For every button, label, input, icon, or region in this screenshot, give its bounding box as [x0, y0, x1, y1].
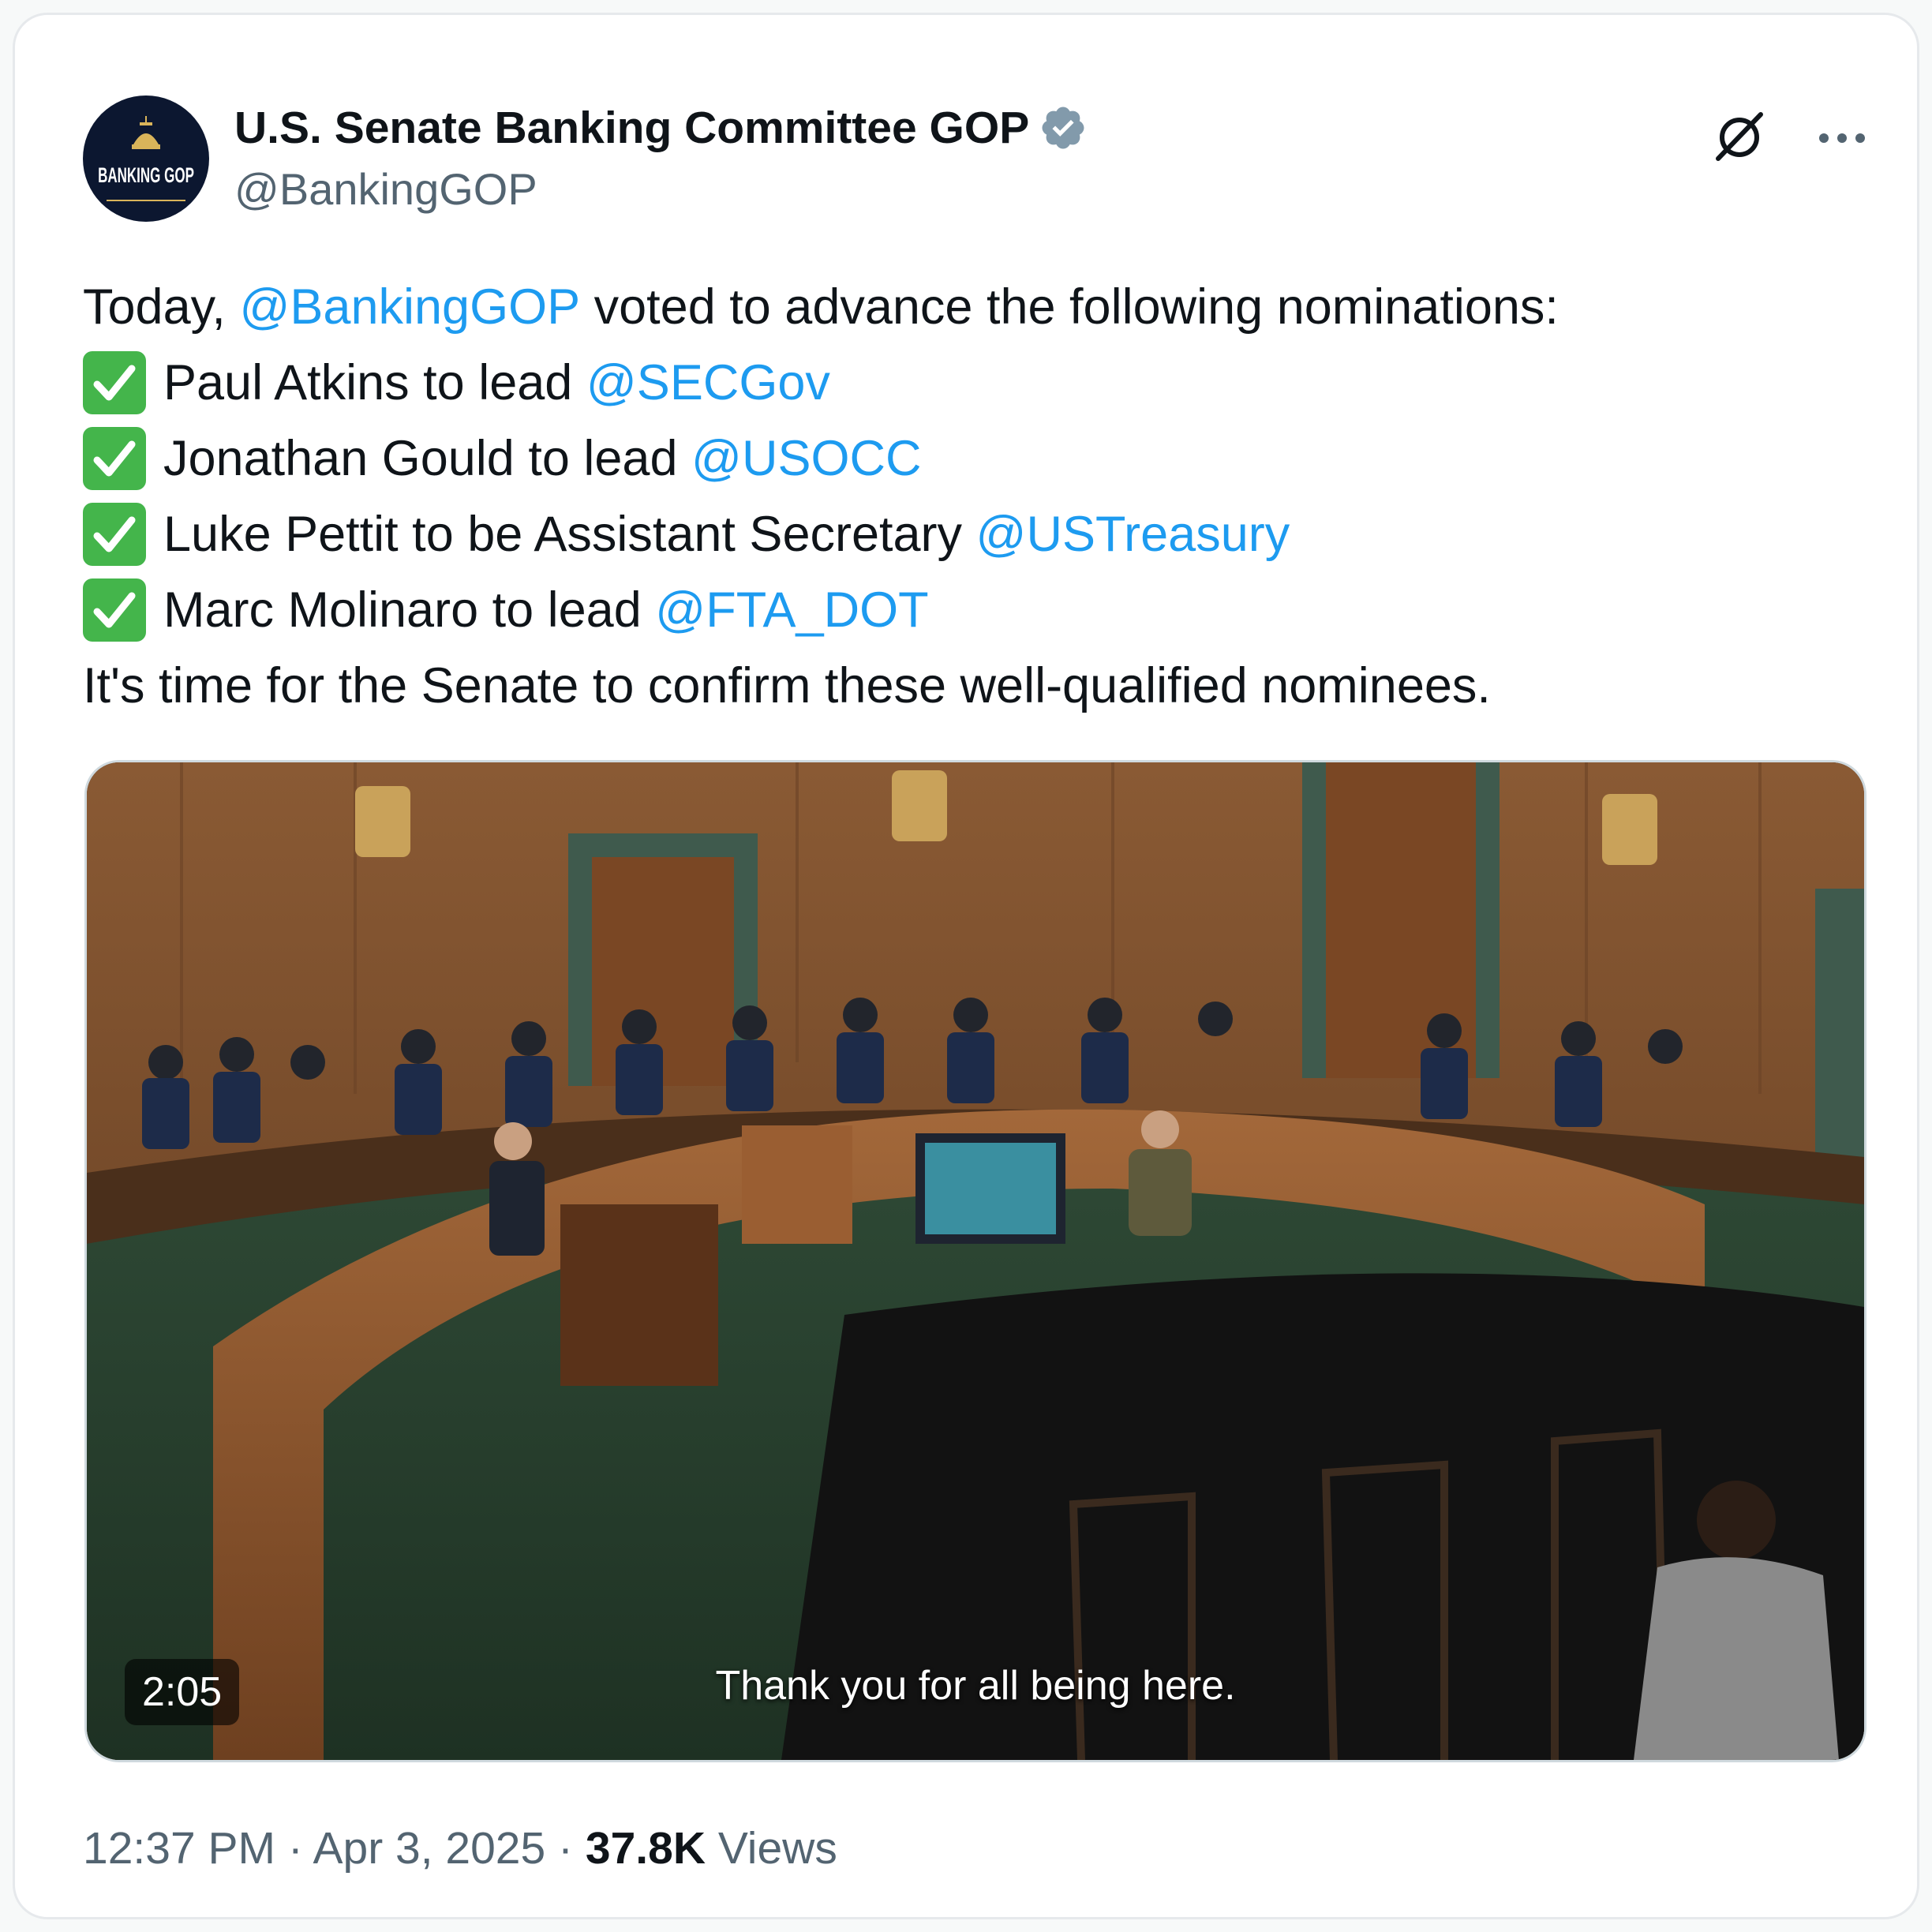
tweet-meta: 12:37 PM · Apr 3, 2025 · 37.8K Views: [83, 1822, 837, 1874]
nomination-text: Jonathan Gould to lead: [163, 431, 692, 486]
tweet-time[interactable]: 12:37 PM: [83, 1823, 275, 1874]
more-options-icon[interactable]: [1814, 118, 1870, 157]
verified-badge-icon: [1042, 107, 1084, 149]
grok-icon[interactable]: [1712, 108, 1767, 163]
video-caption: Thank you for all being here.: [715, 1663, 1236, 1709]
tweet-text-suffix: voted to advance the following nominatio…: [580, 279, 1559, 335]
tweet-text: Today, @BankingGOP voted to advance the …: [83, 269, 1898, 724]
display-name[interactable]: U.S. Senate Banking Committee GOP: [234, 102, 1029, 154]
check-mark-icon: [83, 351, 146, 414]
avatar[interactable]: BANKING GOP: [83, 95, 209, 222]
nomination-item: Marc Molinaro to lead @FTA_DOT: [83, 572, 1898, 648]
mention-link[interactable]: @USTreasury: [976, 496, 1290, 572]
nomination-text: Paul Atkins to lead: [163, 355, 586, 410]
mention-link[interactable]: @FTA_DOT: [655, 572, 928, 648]
mention-link[interactable]: @USOCC: [691, 421, 921, 496]
nomination-item: Paul Atkins to lead @SECGov: [83, 345, 1898, 421]
views-label: Views: [705, 1823, 837, 1874]
nomination-text: Marc Molinaro to lead: [163, 582, 656, 638]
meta-separator: ·: [275, 1823, 313, 1874]
hearing-room-video-frame: [87, 762, 1864, 1760]
mention-link[interactable]: @SECGov: [586, 345, 830, 421]
tweet-text-prefix: Today,: [83, 279, 240, 335]
meta-separator: ·: [545, 1823, 586, 1874]
tweet-card[interactable]: BANKING GOP U.S. Senate Banking Committe…: [13, 13, 1919, 1919]
author-handle[interactable]: @BankingGOP: [234, 163, 537, 215]
nomination-item: Luke Pettit to be Assistant Secretary @U…: [83, 496, 1898, 572]
mention-link[interactable]: @BankingGOP: [239, 269, 580, 345]
tweet-closing-text: It's time for the Senate to confirm thes…: [83, 658, 1491, 713]
check-mark-icon: [83, 503, 146, 566]
nomination-text: Luke Pettit to be Assistant Secretary: [163, 507, 976, 562]
capitol-dome-icon: [107, 116, 185, 201]
video-player[interactable]: 2:05 Thank you for all being here.: [84, 760, 1866, 1762]
nomination-item: Jonathan Gould to lead @USOCC: [83, 421, 1898, 496]
avatar-logo-text: BANKING GOP: [98, 163, 194, 188]
views-count[interactable]: 37.8K: [586, 1823, 706, 1874]
tweet-date[interactable]: Apr 3, 2025: [313, 1823, 546, 1874]
check-mark-icon: [83, 427, 146, 490]
check-mark-icon: [83, 578, 146, 642]
